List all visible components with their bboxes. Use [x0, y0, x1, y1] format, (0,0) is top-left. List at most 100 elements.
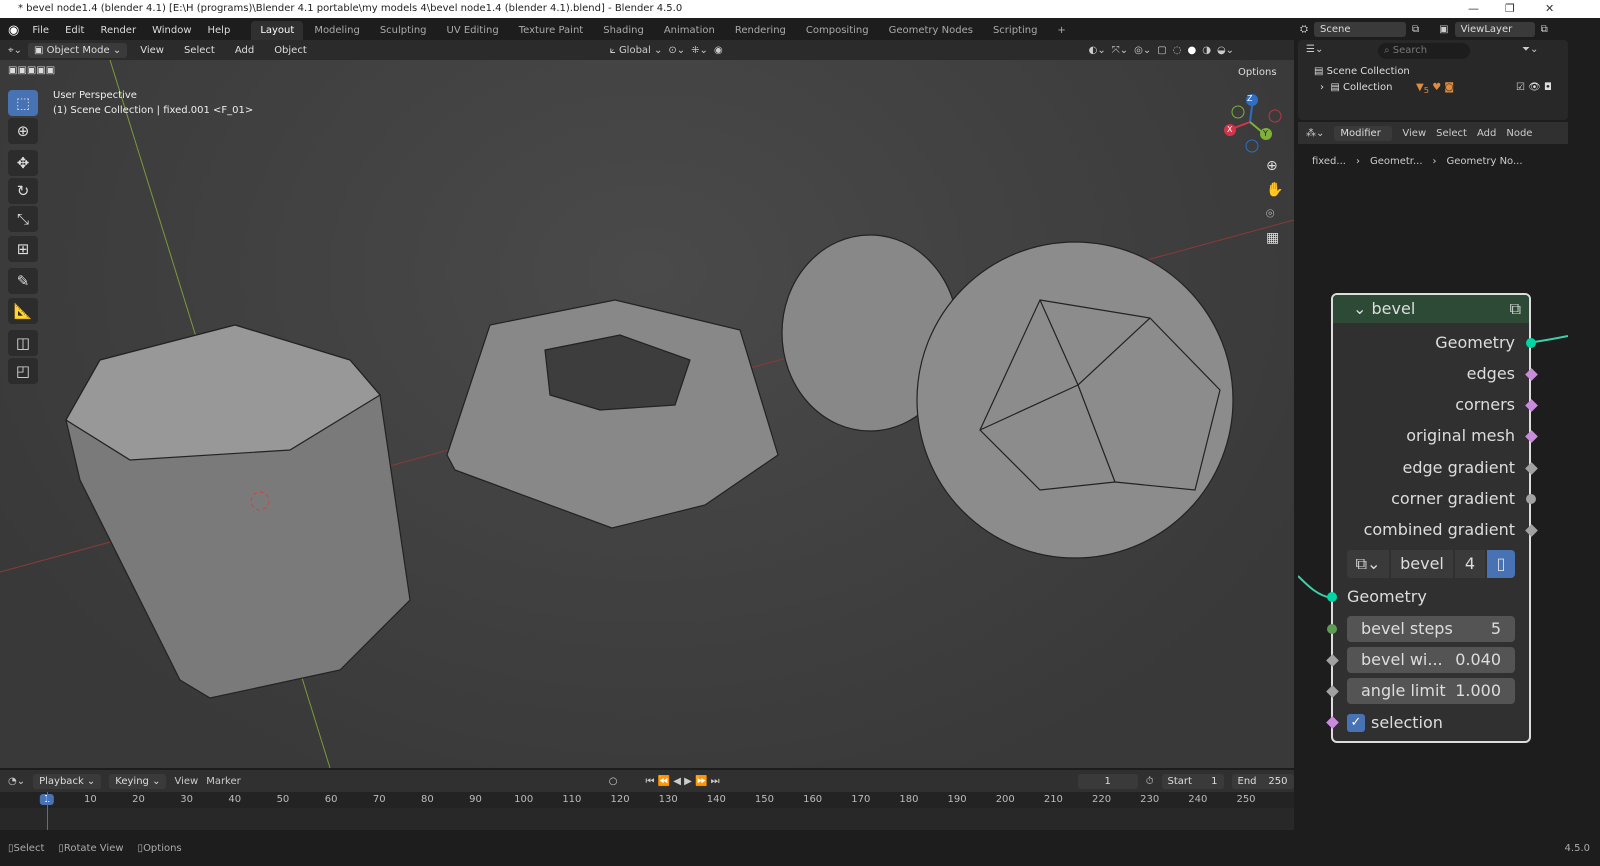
scene-field[interactable]: Scene: [1314, 21, 1406, 37]
menu-view[interactable]: View: [133, 42, 171, 59]
geometry-input-socket[interactable]: [1327, 592, 1337, 602]
tab-animation[interactable]: Animation: [655, 21, 724, 40]
close-button[interactable]: ✕: [1545, 0, 1554, 18]
menu-render[interactable]: Render: [93, 22, 143, 39]
playhead-line[interactable]: [47, 792, 48, 830]
node-group-name[interactable]: bevel: [1391, 550, 1453, 578]
cursor-tool-icon[interactable]: ⊕: [8, 118, 38, 144]
perspective-toggle-icon[interactable]: ▦: [1266, 230, 1279, 246]
options-dropdown[interactable]: Options: [1232, 65, 1283, 80]
shading-wireframe-icon[interactable]: ◌: [1173, 45, 1182, 56]
tab-uv-editing[interactable]: UV Editing: [438, 21, 508, 40]
playback-menu[interactable]: Playback ⌄: [33, 773, 102, 789]
selection-mode-buttons[interactable]: ▣▣▣▣▣: [8, 65, 55, 76]
select-box-tool-icon[interactable]: ⬚: [8, 90, 38, 116]
node-group-browse-icon[interactable]: ⧉⌄: [1347, 550, 1389, 578]
camera-view-icon[interactable]: ⌾: [1266, 206, 1274, 222]
xray-icon[interactable]: ▢: [1157, 45, 1166, 56]
view-layer-icon[interactable]: ▣: [1439, 24, 1448, 35]
tab-sculpting[interactable]: Sculpting: [371, 21, 436, 40]
menu-select[interactable]: Select: [177, 42, 222, 59]
add-cube-tool-icon[interactable]: ◫: [8, 330, 38, 356]
editor-type-icon[interactable]: ⌖⌄: [8, 45, 22, 56]
display-mode-icon[interactable]: ☰⌄: [1306, 44, 1323, 55]
filter-icon[interactable]: ⏷⌄: [1522, 44, 1538, 55]
current-frame-field[interactable]: 1: [1077, 773, 1138, 789]
bevel-width-field[interactable]: bevel wi... 0.040: [1347, 647, 1515, 673]
bevel-node[interactable]: ⌄ bevel ⧉ Geometry edges corners original…: [1326, 293, 1538, 743]
move-tool-icon[interactable]: ✥: [8, 150, 38, 176]
tab-compositing[interactable]: Compositing: [797, 21, 878, 40]
view-layer-field[interactable]: ViewLayer: [1454, 21, 1535, 37]
pivot-icon[interactable]: ⊙⌄: [668, 45, 685, 56]
tab-geometry-nodes[interactable]: Geometry Nodes: [880, 21, 982, 40]
gizmo-x-label[interactable]: X: [1227, 125, 1232, 134]
corner-gradient-socket[interactable]: [1526, 494, 1536, 504]
add-workspace-button[interactable]: +: [1048, 21, 1074, 40]
shading-rendered-icon[interactable]: ◒⌄: [1217, 45, 1234, 56]
scene-icon[interactable]: ⛭: [1300, 24, 1308, 35]
stopwatch-icon[interactable]: ⏱: [1146, 776, 1154, 787]
menu-edit[interactable]: Edit: [58, 22, 91, 39]
menu-file[interactable]: File: [25, 22, 56, 39]
gizmo-icon[interactable]: ⤧⌄: [1112, 45, 1128, 56]
end-frame-field[interactable]: End 250: [1231, 773, 1294, 789]
object-type-icons[interactable]: ▼5 ♥ ◙: [1416, 82, 1454, 95]
zoom-icon[interactable]: ⊕: [1266, 158, 1278, 174]
node-header[interactable]: ⌄ bevel ⧉: [1333, 295, 1529, 323]
snap-icon[interactable]: ⁜⌄: [691, 45, 708, 56]
gizmo-y-label[interactable]: Y: [1263, 129, 1268, 138]
menu-object[interactable]: Object: [267, 42, 314, 59]
3d-viewport[interactable]: Z X Y User Perspective (1) Scene Collect…: [0, 60, 1294, 768]
bevel-steps-field[interactable]: bevel steps 5: [1347, 616, 1515, 642]
scale-tool-icon[interactable]: ⤡: [8, 206, 38, 232]
menu-window[interactable]: Window: [145, 22, 198, 39]
timeline-editor-icon[interactable]: ◔⌄: [8, 776, 25, 787]
new-scene-icon[interactable]: ⧉: [1412, 24, 1419, 35]
menu-help[interactable]: Help: [201, 22, 238, 39]
tab-layout[interactable]: Layout: [251, 20, 304, 40]
measure-tool-icon[interactable]: 📐: [8, 298, 38, 324]
annotate-tool-icon[interactable]: ✎: [8, 268, 38, 294]
fake-user-icon[interactable]: ▯: [1487, 550, 1515, 578]
frame-ruler[interactable]: 1102030405060708090100110120130140150160…: [0, 792, 1294, 808]
add-object-tool-icon[interactable]: ◰: [8, 358, 38, 384]
checkbox-check-icon[interactable]: ✓: [1347, 713, 1365, 732]
proportional-edit-icon[interactable]: ◉: [714, 45, 723, 56]
gizmo-z-label[interactable]: Z: [1247, 94, 1252, 103]
pan-hand-icon[interactable]: ✋: [1266, 182, 1283, 198]
outliner-search[interactable]: ⌕ Search: [1378, 43, 1470, 59]
angle-limit-field[interactable]: angle limit 1.000: [1347, 678, 1515, 704]
bevel-steps-socket[interactable]: [1327, 624, 1337, 634]
visibility-icon[interactable]: ◐⌄: [1089, 45, 1106, 56]
selection-checkbox[interactable]: ✓ selection: [1347, 713, 1443, 732]
timeline-menu-view[interactable]: View: [174, 776, 198, 787]
overlay-icon[interactable]: ◎⌄: [1134, 45, 1151, 56]
shading-material-icon[interactable]: ◑: [1202, 45, 1211, 56]
tab-shading[interactable]: Shading: [594, 21, 653, 40]
node-group-users[interactable]: 4: [1455, 550, 1485, 578]
outliner-scene-collection[interactable]: ▤ Scene Collection: [1314, 66, 1410, 77]
tab-rendering[interactable]: Rendering: [726, 21, 795, 40]
keying-menu[interactable]: Keying ⌄: [109, 773, 167, 789]
playback-controls[interactable]: ⏮ ⏪ ◀ ▶ ⏩ ⏭: [646, 776, 720, 787]
minimize-button[interactable]: —: [1468, 0, 1479, 18]
start-frame-field[interactable]: Start 1: [1161, 773, 1224, 789]
auto-key-icon[interactable]: ○: [609, 776, 618, 787]
visibility-toggles[interactable]: ☑ 👁 ◘: [1516, 82, 1552, 93]
mode-dropdown[interactable]: ▣ Object Mode ⌄: [28, 42, 128, 58]
timeline-menu-marker[interactable]: Marker: [206, 776, 241, 787]
geometry-output-socket[interactable]: [1526, 338, 1536, 348]
tab-scripting[interactable]: Scripting: [984, 21, 1046, 40]
transform-tool-icon[interactable]: ⊞: [8, 236, 38, 262]
shading-solid-icon[interactable]: ●: [1187, 45, 1196, 56]
blender-logo-icon[interactable]: ◉: [8, 23, 19, 38]
menu-add[interactable]: Add: [228, 42, 261, 59]
new-view-layer-icon[interactable]: ⧉: [1541, 24, 1548, 35]
node-group-selector[interactable]: ⧉⌄ bevel 4 ▯: [1347, 550, 1515, 578]
maximize-button[interactable]: ❐: [1505, 0, 1515, 18]
outliner-collection[interactable]: › ▤ Collection: [1320, 82, 1392, 93]
orientation-dropdown[interactable]: ⟀ Global ⌄: [610, 45, 663, 56]
tab-modeling[interactable]: Modeling: [305, 21, 369, 40]
tab-texture-paint[interactable]: Texture Paint: [510, 21, 593, 40]
